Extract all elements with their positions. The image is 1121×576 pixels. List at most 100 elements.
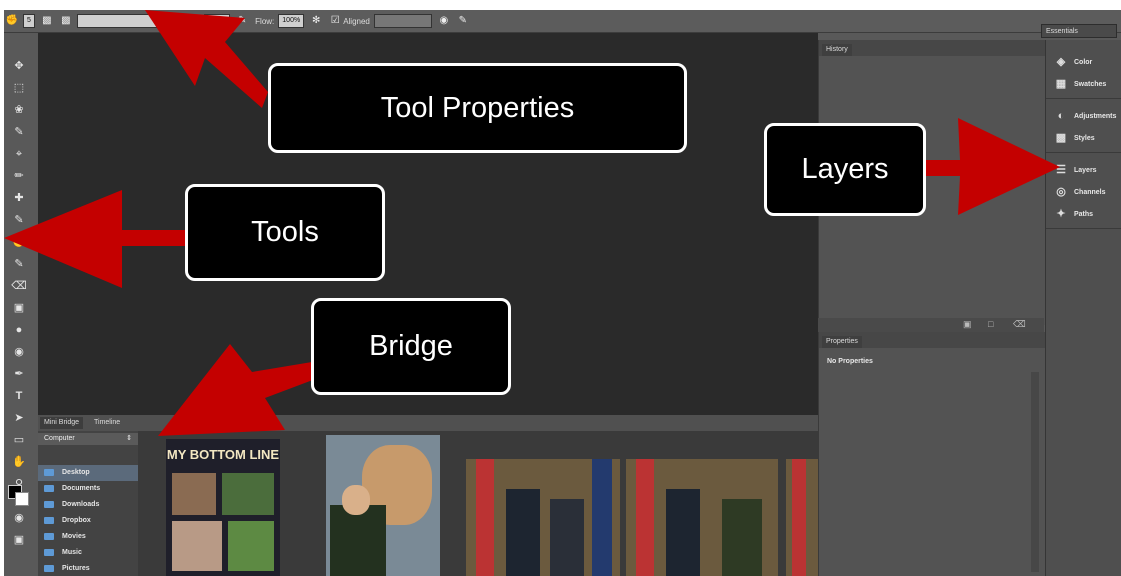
- callout-bridge: Bridge: [311, 298, 511, 395]
- move-tool-icon[interactable]: ✥: [11, 58, 27, 74]
- thumbnail-photo-2[interactable]: [626, 459, 778, 576]
- aligned-checkbox[interactable]: ☑: [328, 14, 342, 28]
- tools-panel: ✥ ⬚ ❀ ✎ ⌖ ✏ ✚ ✎ ✊ ✎ ⌫ ▣ ● ◉ ✒ T ➤ ▭ ✋ ⚲ …: [0, 40, 39, 576]
- styles-icon: ▩: [1055, 132, 1067, 144]
- history-tab[interactable]: History: [822, 44, 852, 56]
- tab-timeline[interactable]: Timeline: [90, 417, 124, 429]
- folder-pictures[interactable]: Pictures: [38, 561, 138, 576]
- screen-mode-icon[interactable]: ▣: [11, 532, 27, 548]
- folder-label: Music: [62, 549, 82, 556]
- dock-item-label: Color: [1074, 58, 1093, 66]
- clone-source-icon[interactable]: ▩: [59, 14, 73, 28]
- pressure-size-icon[interactable]: ✎: [456, 14, 470, 28]
- dock-item-swatches[interactable]: ▦ Swatches: [1046, 74, 1121, 94]
- workspace-switcher[interactable]: Essentials: [1041, 24, 1117, 38]
- dock-item-label: Styles: [1074, 134, 1095, 142]
- location-label: Computer: [44, 435, 75, 442]
- dock-item-channels[interactable]: ◎ Channels: [1046, 182, 1121, 202]
- folder-desktop[interactable]: Desktop: [38, 465, 138, 481]
- mini-bridge-panel: Mini Bridge Timeline Computer ⇕ Desktop …: [38, 415, 818, 576]
- dock-item-paths[interactable]: ✦ Paths: [1046, 204, 1121, 224]
- dock-item-styles[interactable]: ▩ Styles: [1046, 128, 1121, 148]
- folder-label: Documents: [62, 485, 101, 492]
- opacity-field[interactable]: 100%: [204, 14, 231, 28]
- properties-scrollbar[interactable]: [1031, 372, 1039, 572]
- gradient-tool-icon[interactable]: ▣: [11, 300, 27, 316]
- chevron-down-icon: ⇕: [126, 435, 132, 442]
- properties-tab[interactable]: Properties: [822, 336, 862, 348]
- thumbnail-photo-1[interactable]: [466, 459, 620, 576]
- thumbnail-photo-3[interactable]: [786, 459, 818, 576]
- folder-label: Desktop: [62, 469, 90, 476]
- marquee-tool-icon[interactable]: ⬚: [11, 80, 27, 96]
- channels-icon: ◎: [1056, 186, 1066, 198]
- dock-item-label: Layers: [1074, 166, 1097, 174]
- path-selection-tool-icon[interactable]: ➤: [11, 410, 27, 426]
- eyedropper-tool-icon[interactable]: ✏: [11, 168, 27, 184]
- folder-label: Movies: [62, 533, 86, 540]
- callout-layers: Layers: [764, 123, 926, 216]
- sample-select[interactable]: [373, 14, 432, 28]
- new-document-icon[interactable]: □: [988, 319, 993, 329]
- blur-tool-icon[interactable]: ●: [11, 322, 27, 338]
- flow-field[interactable]: 100%: [278, 14, 305, 28]
- dock-item-label: Channels: [1074, 188, 1106, 196]
- clone-stamp-icon[interactable]: ✊: [5, 14, 19, 28]
- tool-options-bar: ✊ 5 ▩ ▩ Opacity: 100% ✎ Flow: 100% ✻ ☑ A…: [0, 10, 1121, 38]
- hand-tool-icon[interactable]: ✋: [11, 454, 27, 470]
- callout-tools: Tools: [185, 184, 385, 281]
- thumbnail-portrait[interactable]: [326, 435, 440, 576]
- dock-divider: [1046, 152, 1121, 153]
- image-left-border: [0, 0, 4, 576]
- brush-tool-icon[interactable]: ✎: [11, 212, 27, 228]
- clone-stamp-tool-icon[interactable]: ✊: [11, 234, 27, 250]
- quick-selection-tool-icon[interactable]: ✎: [11, 124, 27, 140]
- opacity-label: Opacity:: [170, 16, 201, 26]
- swatches-icon: ▦: [1055, 78, 1067, 90]
- rectangle-tool-icon[interactable]: ▭: [11, 432, 27, 448]
- trash-icon[interactable]: ⌫: [1013, 319, 1026, 330]
- ignore-adjustment-icon[interactable]: ◉: [437, 14, 451, 28]
- color-icon: ◈: [1056, 56, 1066, 68]
- dock-item-layers[interactable]: ☰ Layers: [1046, 160, 1121, 180]
- brush-preset-icon[interactable]: ▩: [40, 14, 54, 28]
- lasso-tool-icon[interactable]: ❀: [11, 102, 27, 118]
- adjustments-icon: ◐: [1057, 110, 1065, 122]
- airbrush-icon[interactable]: ✻: [309, 14, 323, 28]
- dock-item-color[interactable]: ◈ Color: [1046, 52, 1121, 72]
- dodge-tool-icon[interactable]: ◉: [11, 344, 27, 360]
- location-select[interactable]: Computer ⇕: [38, 433, 138, 445]
- brush-size-box[interactable]: 5: [23, 14, 35, 28]
- properties-message: No Properties: [827, 358, 873, 365]
- dock-item-label: Adjustments: [1074, 112, 1117, 120]
- pen-tool-icon[interactable]: ✒: [11, 366, 27, 382]
- tab-mini-bridge[interactable]: Mini Bridge: [40, 417, 84, 429]
- dock-item-adjustments[interactable]: ◐ Adjustments: [1046, 106, 1121, 126]
- crop-tool-icon[interactable]: ⌖: [11, 146, 27, 162]
- folder-documents[interactable]: Documents: [38, 481, 138, 497]
- folder-music[interactable]: Music: [38, 545, 138, 561]
- folder-label: Pictures: [62, 565, 90, 572]
- flow-label: Flow:: [255, 16, 275, 26]
- panel-dock: ◈ Color ▦ Swatches ◐ Adjustments ▩ Style…: [1045, 40, 1121, 576]
- folder-movies[interactable]: Movies: [38, 529, 138, 545]
- folder-icon: [44, 564, 54, 572]
- healing-brush-tool-icon[interactable]: ✚: [11, 190, 27, 206]
- eraser-tool-icon[interactable]: ⌫: [11, 278, 27, 294]
- folder-icon: [44, 516, 54, 524]
- poster-title: MY BOTTOM LINE: [166, 447, 280, 462]
- background-color-swatch[interactable]: [15, 492, 29, 506]
- aligned-label: Aligned: [343, 16, 370, 26]
- callout-tool-properties-label: Tool Properties: [380, 91, 575, 124]
- type-tool-icon[interactable]: T: [11, 388, 27, 404]
- layers-icon: ☰: [1056, 164, 1066, 176]
- folder-dropbox[interactable]: Dropbox: [38, 513, 138, 529]
- history-brush-tool-icon[interactable]: ✎: [11, 256, 27, 272]
- quick-mask-icon[interactable]: ◉: [11, 510, 27, 526]
- mode-select[interactable]: [76, 14, 165, 28]
- pressure-opacity-icon[interactable]: ✎: [235, 14, 249, 28]
- thumbnail-strip: MY BOTTOM LINE: [138, 431, 818, 576]
- new-snapshot-icon[interactable]: ▣: [963, 319, 972, 330]
- thumbnail-poster[interactable]: MY BOTTOM LINE: [166, 439, 280, 576]
- folder-downloads[interactable]: Downloads: [38, 497, 138, 513]
